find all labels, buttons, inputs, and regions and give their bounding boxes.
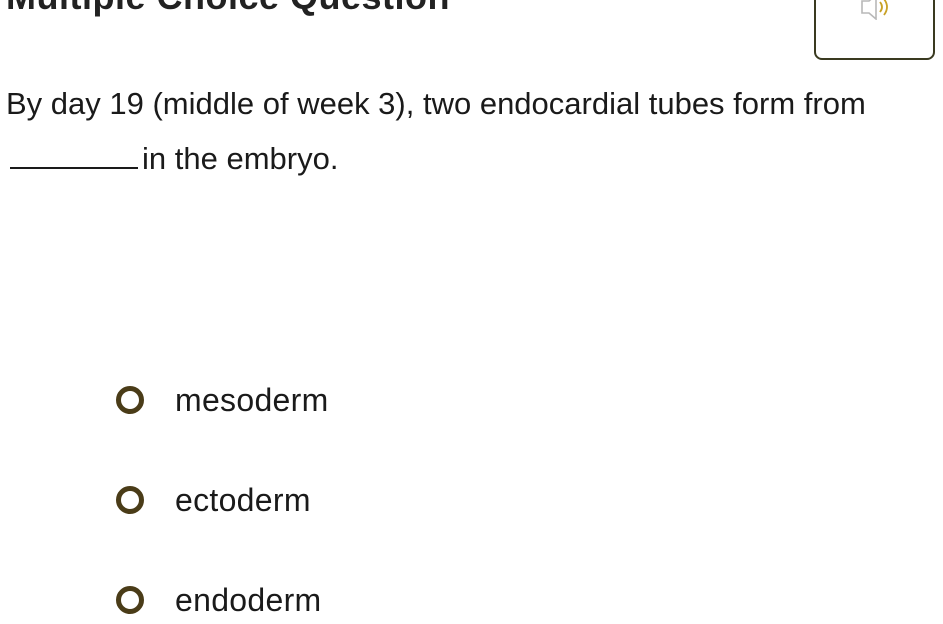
question-text-after: in the embryo. — [142, 141, 339, 176]
option-label: endoderm — [175, 581, 322, 618]
option-ectoderm[interactable]: ectoderm — [116, 476, 311, 524]
answer-blank — [10, 141, 138, 169]
radio-button[interactable] — [116, 486, 144, 514]
option-label: ectoderm — [175, 481, 311, 518]
option-label: mesoderm — [175, 381, 329, 418]
speaker-icon — [861, 0, 888, 20]
read-aloud-button[interactable] — [814, 0, 935, 60]
question-stem: By day 19 (middle of week 3), two endoca… — [6, 76, 906, 186]
option-endoderm[interactable]: endoderm — [116, 576, 322, 624]
radio-button[interactable] — [116, 586, 144, 614]
question-text-before: By day 19 (middle of week 3), two endoca… — [6, 86, 866, 121]
radio-button[interactable] — [116, 386, 144, 414]
option-mesoderm[interactable]: mesoderm — [116, 376, 329, 424]
page-title: Multiple Choice Question — [6, 0, 450, 18]
